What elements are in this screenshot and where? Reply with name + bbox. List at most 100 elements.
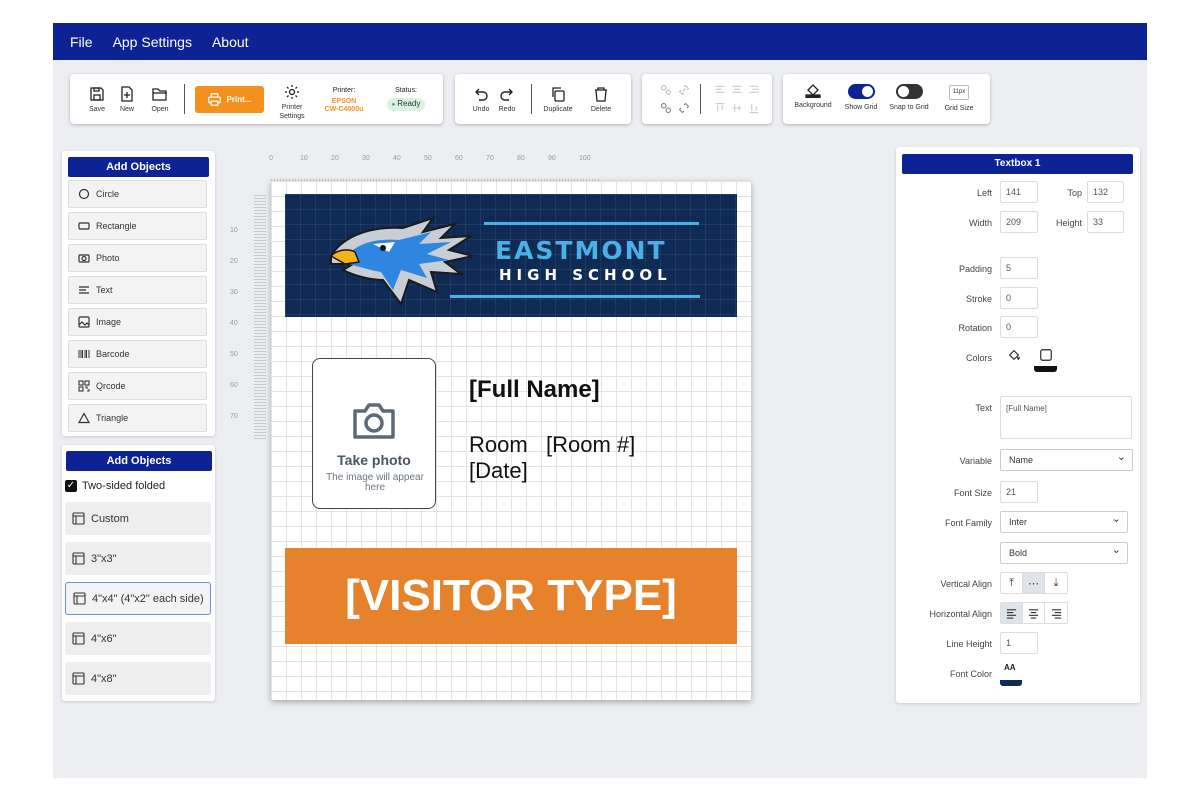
group-icon[interactable] (660, 84, 672, 96)
folder-icon (152, 88, 167, 101)
open-button[interactable]: Open (150, 86, 170, 114)
font-size-input[interactable]: 21 (1000, 481, 1038, 503)
add-rectangle-button[interactable]: Rectangle (68, 212, 207, 240)
height-input[interactable]: 33 (1087, 211, 1124, 233)
show-grid-toggle[interactable]: Show Grid (841, 84, 881, 112)
stroke-color-swatch[interactable] (1034, 366, 1057, 372)
delete-button[interactable]: Delete (588, 86, 614, 114)
add-barcode-button[interactable]: Barcode (68, 340, 207, 368)
two-sided-option[interactable]: ✓ Two-sided folded (65, 480, 165, 492)
printer-icon (207, 93, 221, 106)
font-color-glyph[interactable]: AA (1004, 663, 1016, 672)
template-3x3[interactable]: 3"x3" (65, 542, 211, 575)
top-input[interactable]: 132 (1087, 181, 1124, 203)
snap-to-grid-toggle[interactable]: Snap to Grid (886, 84, 932, 112)
photo-placeholder[interactable]: Take photo The image will appear here (312, 358, 436, 509)
barcode-icon (78, 350, 90, 358)
font-family-select[interactable]: Inter (1000, 509, 1128, 533)
banner-line-bottom (450, 295, 700, 298)
photo-hint: The image will appear here (326, 472, 424, 493)
full-name-textbox[interactable]: [Full Name] (469, 376, 600, 404)
template-custom[interactable]: Custom (65, 502, 211, 535)
duplicate-button[interactable]: Duplicate (541, 86, 575, 114)
date-textbox[interactable]: [Date] (469, 458, 528, 484)
ruler-tick-label: 90 (548, 155, 556, 162)
printer-settings-button[interactable]: Printer Settings (276, 84, 308, 121)
grid-size-control[interactable]: 11px Grid Size (941, 85, 977, 113)
ruler-tick-label: 30 (230, 289, 238, 296)
app-window: File App Settings About Save New Open Pr… (53, 23, 1147, 778)
new-button[interactable]: New (117, 86, 137, 114)
width-input[interactable]: 209 (1000, 211, 1038, 233)
ungroup-icon[interactable] (660, 102, 672, 114)
top-label: Top (1067, 188, 1082, 198)
line-height-input[interactable]: 1 (1000, 632, 1038, 654)
template-4x8[interactable]: 4"x8" (65, 662, 211, 695)
align-middle-button[interactable]: ⋯ (1023, 573, 1045, 593)
properties-title: Textbox 1 (902, 154, 1133, 174)
left-input[interactable]: 141 (1000, 181, 1038, 203)
unlink-icon[interactable] (678, 102, 690, 114)
align-center-button[interactable] (1023, 603, 1045, 623)
add-circle-button[interactable]: Circle (68, 180, 207, 208)
ruler-tick-label: 80 (517, 155, 525, 162)
align-center-icon[interactable] (731, 84, 743, 96)
room-textbox[interactable]: Room [Room #] (469, 432, 635, 458)
font-weight-select[interactable]: Bold (1000, 540, 1128, 564)
undo-icon (475, 88, 488, 101)
text-input[interactable]: [Full Name] (1000, 396, 1132, 439)
rotation-input[interactable]: 0 (1000, 316, 1038, 338)
variable-select[interactable]: Name (1000, 447, 1133, 471)
variable-label: Variable (959, 456, 992, 466)
menu-file[interactable]: File (70, 34, 93, 50)
visitor-type-banner[interactable]: [VISITOR TYPE] (285, 548, 737, 644)
trash-icon (595, 87, 607, 102)
grid-size-input[interactable]: 11px (948, 85, 970, 100)
ruler-tick-label: 100 (579, 155, 591, 162)
camera-icon (353, 403, 395, 439)
align-top-icon[interactable] (714, 102, 726, 114)
print-button[interactable]: Print... (195, 86, 264, 113)
font-color-label: Font Color (949, 669, 992, 679)
school-banner[interactable]: EASTMONT HIGH SCHOOL (285, 194, 737, 317)
stroke-color-icon[interactable] (1039, 348, 1053, 362)
stroke-input[interactable]: 0 (1000, 287, 1038, 309)
undo-button[interactable]: Undo (471, 86, 491, 114)
fill-color-icon[interactable] (1007, 348, 1021, 362)
show-grid-switch[interactable] (847, 84, 875, 99)
two-sided-checkbox[interactable]: ✓ (65, 480, 77, 492)
add-image-button[interactable]: Image (68, 308, 207, 336)
align-left-icon[interactable] (714, 84, 726, 96)
add-photo-button[interactable]: Photo (68, 244, 207, 272)
add-text-button[interactable]: Text (68, 276, 207, 304)
menu-about[interactable]: About (212, 34, 249, 50)
font-color-swatch[interactable] (1000, 680, 1022, 686)
line-height-label: Line Height (946, 639, 992, 649)
align-middle-icon[interactable] (731, 102, 743, 114)
template-4x6[interactable]: 4"x6" (65, 622, 211, 655)
align-bottom-icon[interactable] (748, 102, 760, 114)
align-left-button[interactable] (1001, 603, 1023, 623)
align-right-button[interactable] (1045, 603, 1067, 623)
layout-icon (72, 552, 85, 565)
left-label: Left (976, 188, 992, 198)
file-toolbar: Save New Open Print... Printer Settings … (70, 74, 443, 124)
menu-app-settings[interactable]: App Settings (113, 34, 192, 50)
save-icon (90, 87, 104, 101)
link-icon[interactable] (678, 84, 690, 96)
align-bottom-button[interactable]: ⤓ (1045, 573, 1067, 593)
snap-to-grid-switch[interactable] (895, 84, 923, 99)
align-right-icon[interactable] (748, 84, 760, 96)
toolbar-divider (700, 84, 701, 114)
background-button[interactable]: Background (792, 82, 834, 110)
qrcode-icon (78, 380, 90, 392)
badge-canvas[interactable]: EASTMONT HIGH SCHOOL Take photo The imag… (271, 181, 751, 700)
add-triangle-button[interactable]: Triangle (68, 404, 207, 432)
add-qrcode-button[interactable]: Qrcode (68, 372, 207, 400)
align-top-button[interactable]: ⤒ (1001, 573, 1023, 593)
redo-button[interactable]: Redo (497, 86, 517, 114)
padding-input[interactable]: 5 (1000, 257, 1038, 279)
save-button[interactable]: Save (87, 86, 107, 114)
new-file-icon (121, 86, 133, 102)
template-4x4-folded[interactable]: 4"x4" (4"x2" each side) (65, 582, 211, 615)
